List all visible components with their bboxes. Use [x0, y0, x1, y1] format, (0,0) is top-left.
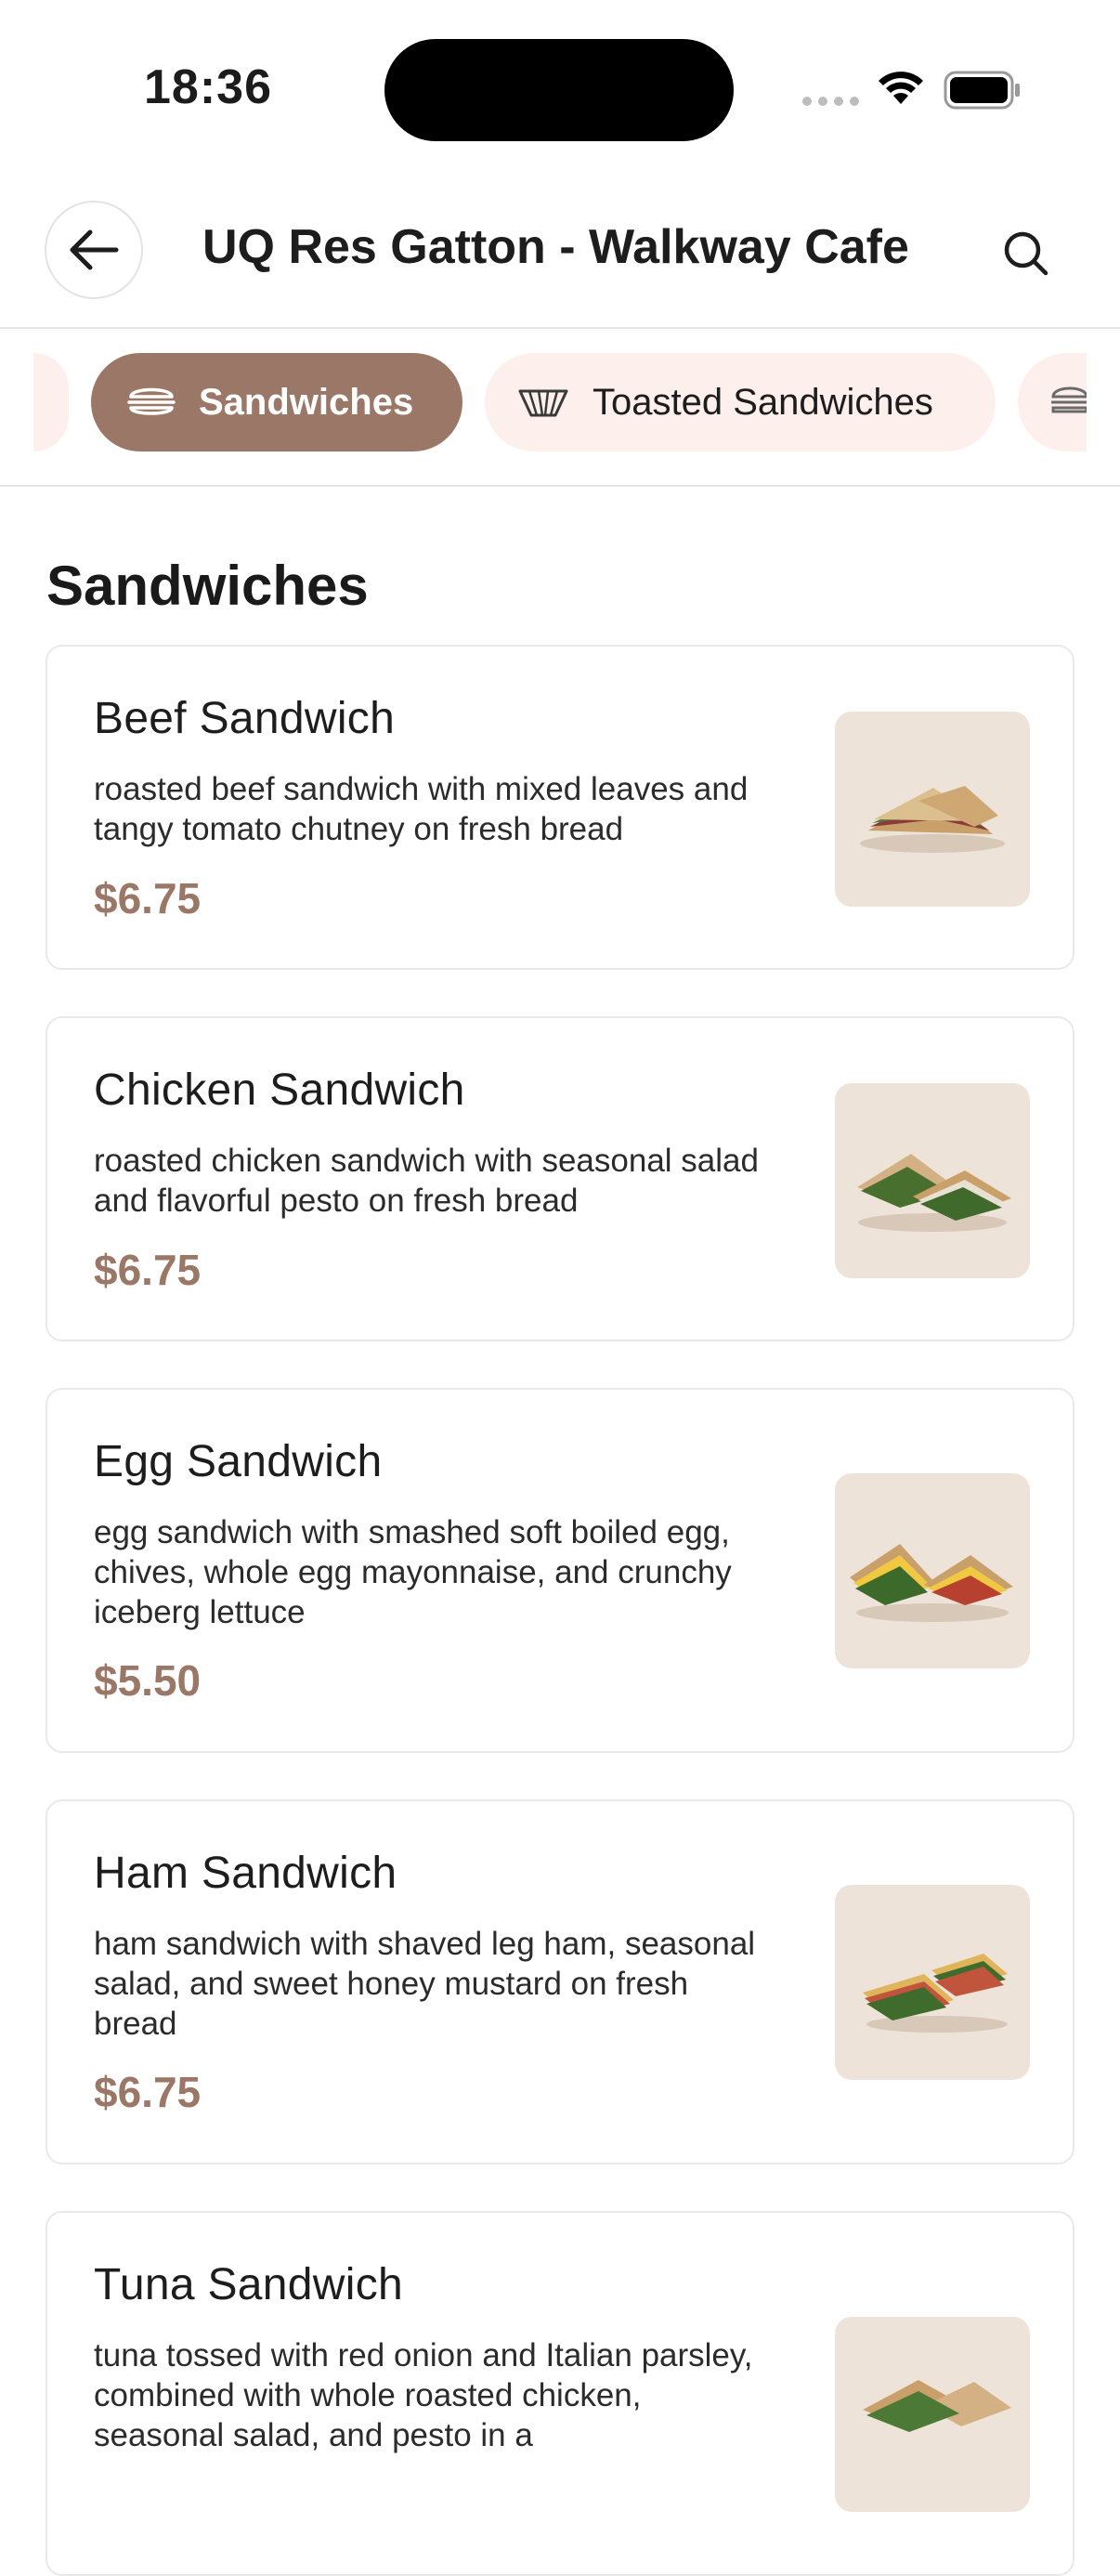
item-name: Chicken Sandwich [94, 1066, 465, 1115]
menu-item-card[interactable]: Ham Sandwich ham sandwich with shaved le… [46, 1799, 1074, 2164]
burger-icon [1049, 382, 1088, 424]
item-name: Egg Sandwich [94, 1437, 383, 1486]
item-image [835, 2317, 1030, 2512]
category-chip-label: Toasted Sandwiches [593, 381, 933, 423]
category-chip-next[interactable] [1018, 353, 1088, 451]
menu-item-card[interactable]: Chicken Sandwich roasted chicken sandwic… [46, 1016, 1074, 1341]
item-name: Beef Sandwich [94, 694, 396, 743]
wifi-icon [879, 72, 923, 104]
item-image [835, 1885, 1030, 2080]
item-price: $5.50 [94, 1656, 202, 1705]
menu-item-card[interactable]: Tuna Sandwich tuna tossed with red onion… [46, 2211, 1074, 2576]
item-description: egg sandwich with smashed soft boiled eg… [94, 1514, 732, 1630]
item-image [835, 1083, 1030, 1278]
item-description: ham sandwich with shaved leg ham, season… [94, 1926, 756, 2042]
cellular-signal-icon [802, 97, 859, 106]
status-bar: 18:36 [0, 0, 1120, 177]
dynamic-island [384, 39, 734, 141]
search-icon [1004, 231, 1048, 276]
menu-item-card[interactable]: Egg Sandwich egg sandwich with smashed s… [46, 1388, 1074, 1753]
sandwich-photo [863, 2380, 1011, 2432]
sandwich-photo [863, 1954, 1008, 2033]
category-chip-label: Sandwiches [199, 381, 414, 423]
item-description: roasted chicken sandwich with seasonal s… [94, 1143, 759, 1219]
section-title: Sandwiches [46, 555, 369, 617]
item-description: roasted beef sandwich with mixed leaves … [94, 771, 749, 847]
item-price: $6.75 [94, 2068, 202, 2116]
toasted-sandwich-icon [516, 384, 570, 421]
back-arrow-icon [70, 229, 119, 270]
item-image [835, 1473, 1030, 1668]
item-price: $6.75 [94, 874, 202, 922]
sandwich-photo [850, 1544, 1013, 1622]
sandwich-photo [860, 786, 1005, 853]
item-image [835, 712, 1030, 907]
battery-icon [944, 71, 1020, 110]
sandwich-photo [857, 1154, 1011, 1232]
item-name: Ham Sandwich [94, 1849, 397, 1898]
category-chip-previous[interactable] [33, 353, 69, 451]
header: UQ Res Gatton - Walkway Cafe [0, 177, 1120, 329]
sandwich-icon [126, 384, 176, 421]
item-price: $6.75 [94, 1246, 202, 1294]
back-button[interactable] [45, 201, 143, 299]
menu-item-card[interactable]: Beef Sandwich roasted beef sandwich with… [46, 645, 1074, 970]
item-name: Tuna Sandwich [94, 2260, 403, 2309]
category-tabs: Sandwiches Toasted Sandwiches [0, 329, 1120, 487]
category-chip-toasted-sandwiches[interactable]: Toasted Sandwiches [485, 353, 996, 451]
search-button[interactable] [994, 221, 1059, 286]
item-description: tuna tossed with red onion and Italian p… [94, 2337, 753, 2453]
category-chip-sandwiches[interactable]: Sandwiches [91, 353, 462, 451]
page-title: UQ Res Gatton - Walkway Cafe [202, 220, 909, 274]
status-time: 18:36 [144, 60, 272, 114]
